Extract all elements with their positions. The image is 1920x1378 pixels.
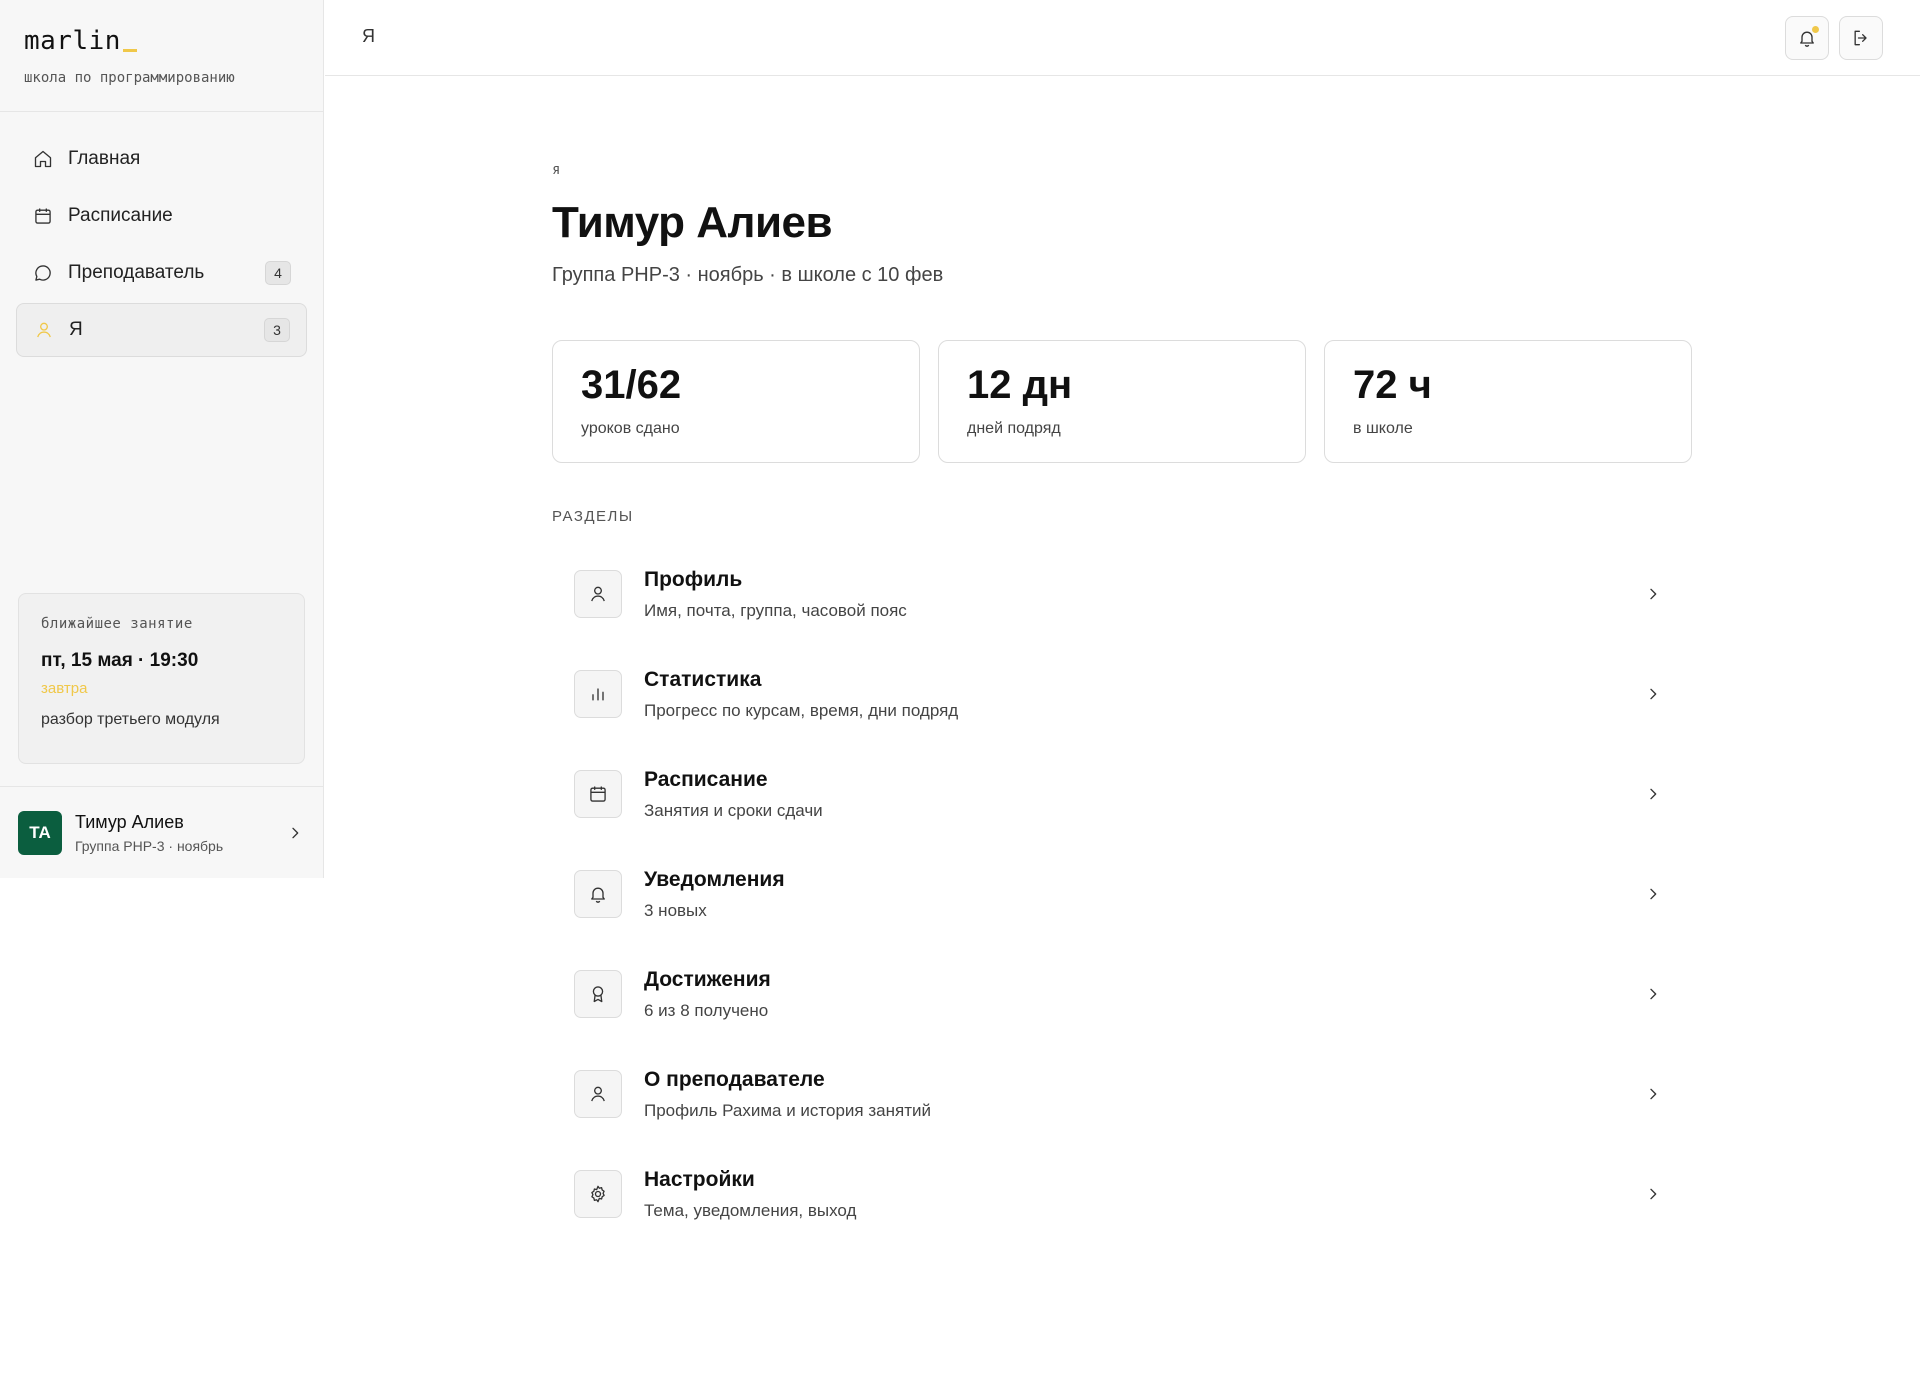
sidebar-item-label: Расписание xyxy=(68,205,173,226)
stats-row: 31/62 уроков сдано 12 дн дней подряд 72 … xyxy=(552,340,1693,463)
stat-label: дней подряд xyxy=(967,420,1061,437)
stat-card-hours: 72 ч в школе xyxy=(1324,340,1692,463)
next-lesson-when: завтра xyxy=(41,680,88,697)
section-item-achievements[interactable]: Достижения 6 из 8 получено xyxy=(552,944,1693,1044)
section-item-text: Расписание Занятия и сроки сдачи xyxy=(644,768,823,821)
stat-value: 12 дн xyxy=(967,363,1073,407)
user-icon xyxy=(574,570,622,618)
topbar-title: Я xyxy=(362,26,375,46)
section-item-title: Настройки xyxy=(644,1167,755,1191)
sidebar-item-teacher[interactable]: Преподаватель 4 xyxy=(16,246,307,300)
section-item-text: Достижения 6 из 8 получено xyxy=(644,968,771,1021)
bar-chart-icon xyxy=(574,670,622,718)
sidebar: marlin школа по программированию Главная… xyxy=(0,0,324,878)
section-item-title: Расписание xyxy=(644,767,768,791)
section-item-title: Профиль xyxy=(644,567,743,591)
sidebar-nav: Главная Расписание Преподаватель 4 Я 3 xyxy=(0,112,323,357)
sections-list: Профиль Имя, почта, группа, часовой пояс… xyxy=(552,544,1693,1244)
chevron-right-icon xyxy=(1643,1084,1663,1104)
sidebar-item-label: Преподаватель xyxy=(68,262,205,283)
next-lesson-description: разбор третьего модуля xyxy=(41,711,220,728)
calendar-icon xyxy=(574,770,622,818)
count-badge: 4 xyxy=(265,261,291,285)
user-icon xyxy=(33,319,55,341)
section-item-subtitle: Занятия и сроки сдачи xyxy=(644,800,823,820)
stat-value: 31/62 xyxy=(581,363,682,407)
brand-cursor-mark xyxy=(122,49,137,52)
home-icon xyxy=(32,148,54,170)
page-subtitle: Группа PHP-3 · ноябрь · в школе с 10 фев xyxy=(552,264,944,286)
section-item-subtitle: 3 новых xyxy=(644,900,707,920)
section-item-settings[interactable]: Настройки Тема, уведомления, выход xyxy=(552,1144,1693,1244)
notification-dot xyxy=(1812,26,1819,33)
award-icon xyxy=(574,970,622,1018)
section-item-notifications[interactable]: Уведомления 3 новых xyxy=(552,844,1693,944)
section-item-text: Профиль Имя, почта, группа, часовой пояс xyxy=(644,568,907,621)
chevron-right-icon xyxy=(1643,984,1663,1004)
brand-name: marlin xyxy=(24,26,121,56)
chevron-right-icon xyxy=(285,823,305,843)
sidebar-item-schedule[interactable]: Расписание xyxy=(16,189,307,243)
bell-icon xyxy=(574,870,622,918)
count-badge: 3 xyxy=(264,318,290,342)
logout-button[interactable] xyxy=(1839,16,1883,60)
gear-icon xyxy=(574,1170,622,1218)
section-item-statistics[interactable]: Статистика Прогресс по курсам, время, дн… xyxy=(552,644,1693,744)
calendar-icon xyxy=(32,205,54,227)
section-item-text: О преподавателе Профиль Рахима и история… xyxy=(644,1068,931,1121)
section-item-text: Настройки Тема, уведомления, выход xyxy=(644,1168,856,1221)
section-item-title: Статистика xyxy=(644,667,762,691)
notifications-button[interactable] xyxy=(1785,16,1829,60)
next-lesson-label: ближайшее занятие xyxy=(41,616,193,632)
stat-label: уроков сдано xyxy=(581,420,680,437)
brand-tagline: школа по программированию xyxy=(24,70,235,86)
stat-card-streak: 12 дн дней подряд xyxy=(938,340,1306,463)
section-item-text: Уведомления 3 новых xyxy=(644,868,785,921)
section-item-title: О преподавателе xyxy=(644,1067,825,1091)
section-item-title: Уведомления xyxy=(644,867,785,891)
current-user[interactable]: ТА Тимур Алиев Группа PHP-3 · ноябрь xyxy=(0,786,323,878)
chevron-right-icon xyxy=(1643,1184,1663,1204)
section-item-profile[interactable]: Профиль Имя, почта, группа, часовой пояс xyxy=(552,544,1693,644)
page-title: Тимур Алиев xyxy=(552,198,833,247)
logout-icon xyxy=(1851,28,1871,48)
user-info: Тимур Алиев Группа PHP-3 · ноябрь xyxy=(75,812,285,854)
brand: marlin школа по программированию xyxy=(0,0,323,112)
breadcrumb: я xyxy=(552,162,561,178)
avatar: ТА xyxy=(18,810,62,855)
sidebar-item-label: Я xyxy=(69,319,83,340)
chevron-right-icon xyxy=(1643,684,1663,704)
section-item-subtitle: 6 из 8 получено xyxy=(644,1000,769,1020)
sidebar-item-label: Главная xyxy=(68,148,141,169)
chevron-right-icon xyxy=(1643,784,1663,804)
section-item-schedule[interactable]: Расписание Занятия и сроки сдачи xyxy=(552,744,1693,844)
stat-card-lessons: 31/62 уроков сдано xyxy=(552,340,920,463)
chevron-right-icon xyxy=(1643,584,1663,604)
user-name: Тимур Алиев xyxy=(75,811,184,832)
chat-icon xyxy=(32,262,54,284)
brand-logo[interactable]: marlin xyxy=(24,26,299,56)
next-lesson-card[interactable]: ближайшее занятие пт, 15 мая · 19:30 зав… xyxy=(18,593,305,764)
chevron-right-icon xyxy=(1643,884,1663,904)
top-bar: Я xyxy=(325,0,1920,76)
section-item-about-teacher[interactable]: О преподавателе Профиль Рахима и история… xyxy=(552,1044,1693,1144)
user-group: Группа PHP-3 · ноябрь xyxy=(75,837,224,854)
stat-value: 72 ч xyxy=(1353,363,1432,407)
section-item-text: Статистика Прогресс по курсам, время, дн… xyxy=(644,668,958,721)
section-item-subtitle: Прогресс по курсам, время, дни подряд xyxy=(644,700,959,720)
section-item-subtitle: Имя, почта, группа, часовой пояс xyxy=(644,600,907,620)
section-item-subtitle: Профиль Рахима и история занятий xyxy=(644,1100,931,1120)
section-item-title: Достижения xyxy=(644,967,771,991)
sections-heading: РАЗДЕЛЫ xyxy=(552,508,634,525)
sidebar-item-me[interactable]: Я 3 xyxy=(16,303,307,357)
section-item-subtitle: Тема, уведомления, выход xyxy=(644,1200,857,1220)
sidebar-item-home[interactable]: Главная xyxy=(16,132,307,186)
next-lesson-date: пт, 15 мая · 19:30 xyxy=(41,650,199,671)
stat-label: в школе xyxy=(1353,420,1413,437)
user-icon xyxy=(574,1070,622,1118)
